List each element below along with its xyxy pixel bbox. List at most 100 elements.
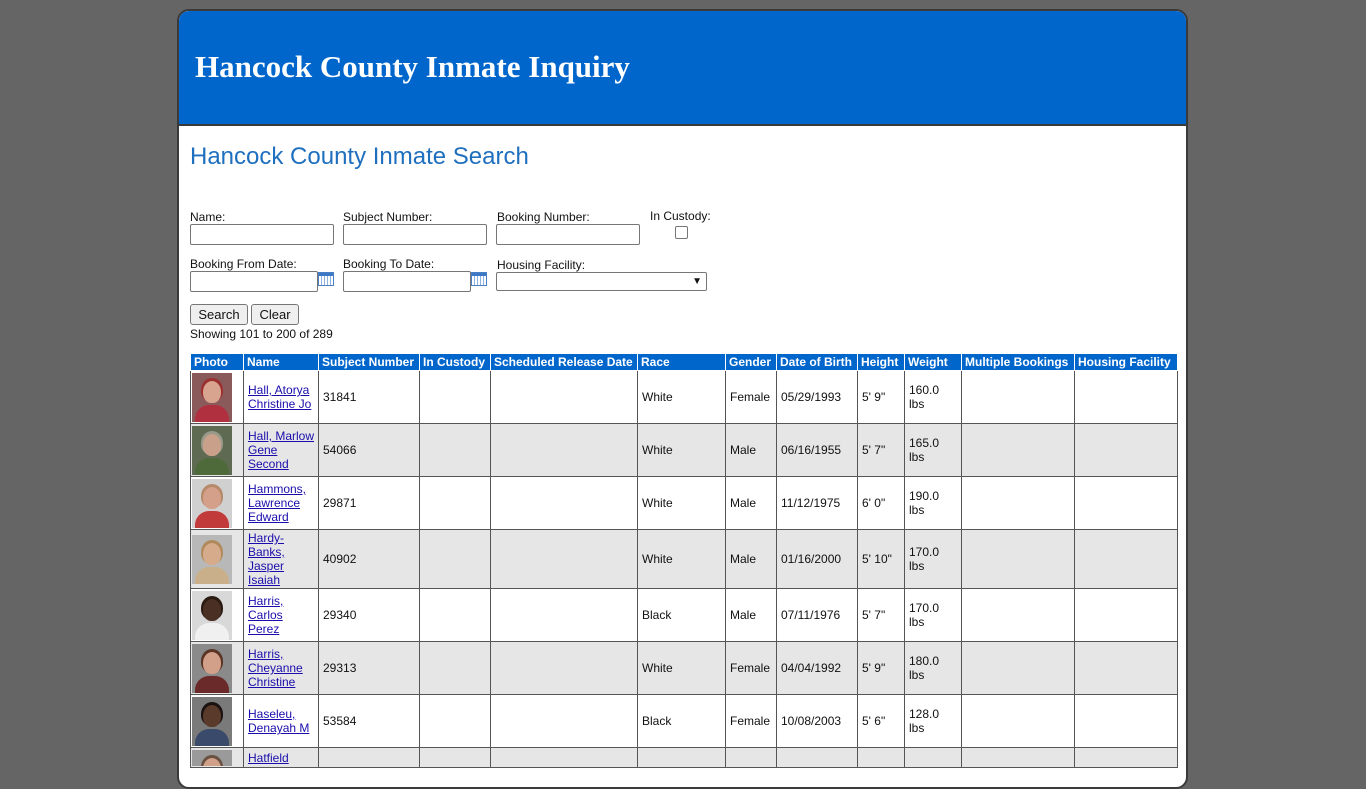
col-photo-header[interactable]: Photo xyxy=(190,353,244,371)
col-height-header[interactable]: Height xyxy=(857,353,905,371)
multiple-bookings-cell xyxy=(961,423,1075,477)
booking-from-input[interactable] xyxy=(190,271,318,292)
chevron-down-icon: ▼ xyxy=(692,276,702,287)
release-date-cell xyxy=(490,529,638,589)
inmate-name-link[interactable]: Hardy-Banks, Jasper Isaiah xyxy=(248,531,285,587)
photo-face xyxy=(203,486,221,509)
inmate-name-link[interactable]: Harris, Cheyanne Christine xyxy=(248,647,303,689)
housing-facility-select[interactable]: ▼ xyxy=(496,272,707,291)
mugshot-photo[interactable] xyxy=(192,425,232,475)
multiple-bookings-cell xyxy=(961,370,1075,424)
release-date-cell xyxy=(490,370,638,424)
name-cell: Haseleu, Denayah M xyxy=(243,694,319,748)
col-dob-header[interactable]: Date of Birth xyxy=(776,353,858,371)
col-gender-header[interactable]: Gender xyxy=(725,353,777,371)
photo-face xyxy=(203,542,221,565)
subject-number-cell: 54066 xyxy=(318,423,420,477)
height-cell: 5' 10" xyxy=(857,529,905,589)
dob-cell: 04/04/1992 xyxy=(776,641,858,695)
col-housing-facility-header[interactable]: Housing Facility xyxy=(1074,353,1178,371)
subject-number-cell: 29871 xyxy=(318,476,420,530)
race-cell: White xyxy=(637,370,726,424)
inmate-name-link[interactable]: Harris, Carlos Perez xyxy=(248,594,283,636)
in-custody-checkbox[interactable] xyxy=(675,226,688,239)
col-weight-header[interactable]: Weight xyxy=(904,353,962,371)
multiple-bookings-cell xyxy=(961,476,1075,530)
in-custody-cell xyxy=(419,529,491,589)
photo-shirt xyxy=(195,675,229,693)
mugshot-photo[interactable] xyxy=(192,696,232,746)
page-title: Hancock County Inmate Search xyxy=(190,143,529,170)
housing-facility-cell xyxy=(1074,423,1178,477)
results-table: Photo Name Subject Number In Custody Sch… xyxy=(190,353,1178,768)
multiple-bookings-cell xyxy=(961,747,1075,768)
mugshot-photo[interactable] xyxy=(192,534,232,584)
inmate-name-link[interactable]: Haseleu, Denayah M xyxy=(248,707,309,735)
booking-number-input[interactable] xyxy=(496,224,640,245)
housing-facility-cell xyxy=(1074,641,1178,695)
weight-cell: 128.0 lbs xyxy=(904,694,962,748)
in-custody-cell xyxy=(419,476,491,530)
weight-cell: 170.0 lbs xyxy=(904,529,962,589)
inmate-name-link[interactable]: Hammons, Lawrence Edward xyxy=(248,482,306,524)
multiple-bookings-cell xyxy=(961,529,1075,589)
housing-facility-cell xyxy=(1074,370,1178,424)
inmate-name-link[interactable]: Hall, Marlow Gene Second xyxy=(248,429,314,471)
name-cell: Harris, Carlos Perez xyxy=(243,588,319,642)
race-cell: White xyxy=(637,423,726,477)
clear-button[interactable]: Clear xyxy=(251,304,299,325)
name-label: Name: xyxy=(190,210,226,224)
name-cell: Harris, Cheyanne Christine xyxy=(243,641,319,695)
height-cell: 6' 0" xyxy=(857,476,905,530)
col-in-custody-header[interactable]: In Custody xyxy=(419,353,491,371)
mugshot-photo[interactable] xyxy=(192,643,232,693)
col-name-header[interactable]: Name xyxy=(243,353,319,371)
housing-facility-cell xyxy=(1074,476,1178,530)
name-input[interactable] xyxy=(190,224,334,245)
subject-number-cell: 29340 xyxy=(318,588,420,642)
col-subject-number-header[interactable]: Subject Number xyxy=(318,353,420,371)
mugshot-photo[interactable] xyxy=(192,590,232,640)
height-cell: 5' 9" xyxy=(857,370,905,424)
table-row: Hardy-Banks, Jasper Isaiah 40902 White Male… xyxy=(190,529,1178,589)
col-multiple-bookings-header[interactable]: Multiple Bookings xyxy=(961,353,1075,371)
table-row: Hatfield xyxy=(190,747,1178,768)
race-cell: Black xyxy=(637,694,726,748)
mugshot-photo[interactable] xyxy=(192,372,232,422)
mugshot-photo[interactable] xyxy=(192,749,232,766)
name-cell: Hardy-Banks, Jasper Isaiah xyxy=(243,529,319,589)
inmate-name-link[interactable]: Hatfield xyxy=(248,751,289,765)
multiple-bookings-cell xyxy=(961,641,1075,695)
subject-number-input[interactable] xyxy=(343,224,487,245)
in-custody-cell xyxy=(419,747,491,768)
booking-to-label: Booking To Date: xyxy=(343,257,435,271)
housing-facility-cell xyxy=(1074,694,1178,748)
multiple-bookings-cell xyxy=(961,588,1075,642)
dob-cell xyxy=(776,747,858,768)
photo-face xyxy=(203,380,221,403)
booking-from-calendar-icon[interactable] xyxy=(318,272,334,286)
weight-cell: 190.0 lbs xyxy=(904,476,962,530)
photo-cell xyxy=(190,588,244,642)
photo-face xyxy=(203,598,221,621)
race-cell: White xyxy=(637,641,726,695)
housing-facility-cell xyxy=(1074,588,1178,642)
col-race-header[interactable]: Race xyxy=(637,353,726,371)
subject-number-cell xyxy=(318,747,420,768)
booking-to-input[interactable] xyxy=(343,271,471,292)
photo-cell xyxy=(190,747,244,768)
dob-cell: 01/16/2000 xyxy=(776,529,858,589)
booking-to-calendar-icon[interactable] xyxy=(471,272,487,286)
col-scheduled-release-header[interactable]: Scheduled Release Date xyxy=(490,353,638,371)
dob-cell: 06/16/1955 xyxy=(776,423,858,477)
release-date-cell xyxy=(490,423,638,477)
subject-number-cell: 31841 xyxy=(318,370,420,424)
in-custody-cell xyxy=(419,641,491,695)
inmate-name-link[interactable]: Hall, Atorya Christine Jo xyxy=(248,383,311,411)
mugshot-photo[interactable] xyxy=(192,478,232,528)
in-custody-cell xyxy=(419,694,491,748)
release-date-cell xyxy=(490,588,638,642)
race-cell xyxy=(637,747,726,768)
search-button[interactable]: Search xyxy=(190,304,248,325)
height-cell: 5' 7" xyxy=(857,423,905,477)
